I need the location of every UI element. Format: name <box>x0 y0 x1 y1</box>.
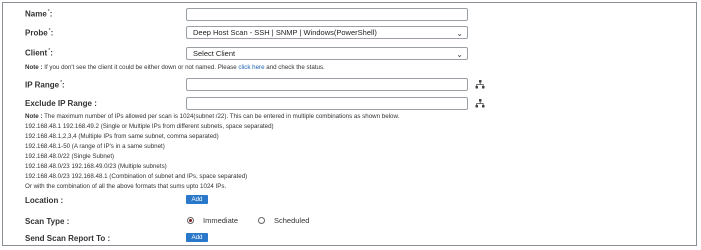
scan-type-label: Scan Type : <box>25 217 70 226</box>
scheduled-radio[interactable] <box>258 217 265 224</box>
ip-range-label: IP Range*: <box>25 80 65 90</box>
name-input[interactable] <box>186 8 468 21</box>
add-report-recipient-button[interactable]: Add <box>186 233 208 242</box>
exclude-ip-range-label: Exclude IP Range : <box>25 99 97 108</box>
add-location-button[interactable]: Add <box>186 195 208 204</box>
ip-example-line: 192.168.48.1,2,3,4 (Multiple IPs from sa… <box>25 133 219 140</box>
scan-form-panel: Name*: Probe*: Deep Host Scan - SSH | SN… <box>2 2 697 246</box>
ip-format-note: Note : The maximum number of IPs allowed… <box>25 113 400 120</box>
ip-example-line: 192.168.48.0/23 192.168.49.0/23 (Multipl… <box>25 163 167 170</box>
scheduled-radio-label[interactable]: Scheduled <box>274 216 309 225</box>
exclude-ip-range-input[interactable] <box>186 97 468 110</box>
client-select[interactable]: Select Client ⌄ <box>186 47 468 60</box>
ip-example-line: 192.168.48.1 192.168.49.2 (Single or Mul… <box>25 123 274 130</box>
send-report-label: Send Scan Report To : <box>25 234 111 243</box>
ip-example-line: 192.168.48.0/23 192.168.48.1 (Combinatio… <box>25 173 248 180</box>
immediate-radio[interactable] <box>187 217 194 224</box>
ip-example-line: Or with the combination of all the above… <box>25 183 227 190</box>
chevron-down-icon: ⌄ <box>456 50 463 59</box>
network-icon[interactable] <box>475 80 485 89</box>
name-label: Name*: <box>25 9 53 19</box>
client-note: Note : If you don't see the client it co… <box>25 64 325 71</box>
client-selected-value: Select Client <box>193 49 236 58</box>
probe-label: Probe*: <box>25 28 54 38</box>
network-icon[interactable] <box>475 99 485 108</box>
client-label: Client*: <box>25 48 53 58</box>
immediate-radio-label[interactable]: Immediate <box>203 216 238 225</box>
ip-range-input[interactable] <box>186 78 468 91</box>
ip-example-line: 192.168.48.0/22 (Single Subnet) <box>25 153 115 160</box>
click-here-link[interactable]: click here <box>238 64 264 71</box>
probe-select[interactable]: Deep Host Scan - SSH | SNMP | Windows(Po… <box>186 26 468 39</box>
location-label: Location : <box>25 196 64 205</box>
chevron-down-icon: ⌄ <box>456 29 463 38</box>
ip-example-line: 192.168.48.1-50 (A range of IP's in a sa… <box>25 143 165 150</box>
probe-selected-value: Deep Host Scan - SSH | SNMP | Windows(Po… <box>193 28 377 37</box>
